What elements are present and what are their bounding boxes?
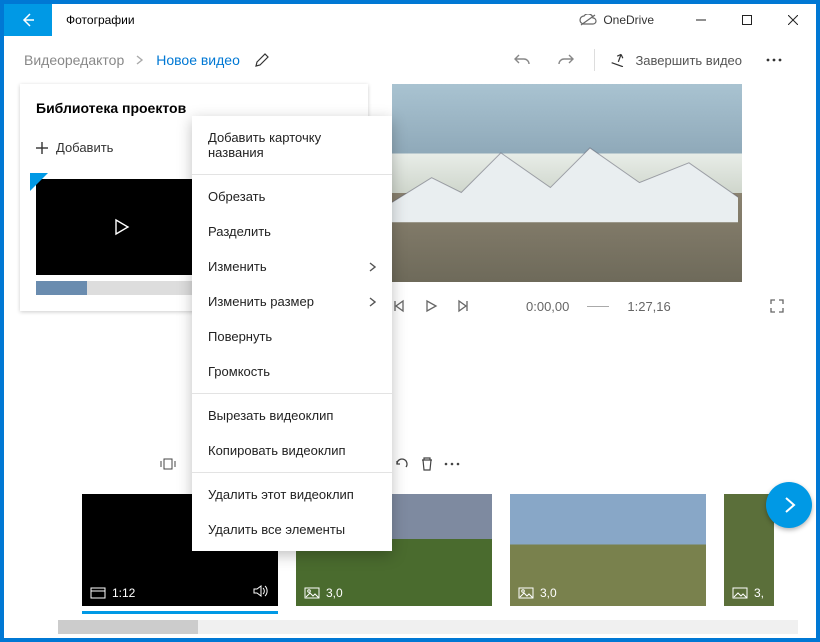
step-back-icon — [392, 299, 406, 313]
trim-tool[interactable] — [160, 457, 176, 471]
menu-cut[interactable]: Вырезать видеоклип — [192, 398, 392, 433]
maximize-button[interactable] — [724, 4, 770, 36]
more-icon — [444, 462, 460, 466]
menu-separator — [192, 472, 392, 473]
chevron-right-icon — [369, 297, 376, 307]
storyboard-toolbar: Текст Движение — [4, 440, 816, 488]
menu-trim[interactable]: Обрезать — [192, 179, 392, 214]
more-icon — [766, 58, 782, 62]
play-icon — [424, 299, 438, 313]
content-area: Библиотека проектов Добавить — [4, 84, 816, 390]
horizontal-scrollbar[interactable] — [58, 620, 798, 634]
storyboard-clip[interactable]: 3,0 — [510, 494, 706, 606]
back-button[interactable] — [4, 4, 52, 36]
image-icon — [732, 587, 748, 599]
fullscreen-icon — [770, 299, 784, 313]
close-icon — [788, 15, 798, 25]
menu-resize[interactable]: Изменить размер — [192, 284, 392, 319]
plus-icon — [36, 142, 48, 154]
selection-corner-icon — [30, 173, 48, 191]
breadcrumb-root[interactable]: Видеоредактор — [24, 52, 124, 68]
cloud-off-icon — [579, 14, 597, 26]
menu-edit[interactable]: Изменить — [192, 249, 392, 284]
finish-video-button[interactable]: Завершить видео — [601, 53, 752, 68]
step-forward-icon — [456, 299, 470, 313]
volume-icon — [252, 584, 268, 598]
delete-tool[interactable] — [420, 456, 434, 472]
menu-separator — [192, 393, 392, 394]
rotate-tool[interactable] — [394, 456, 410, 472]
menu-delete-all[interactable]: Удалить все элементы — [192, 512, 392, 547]
total-time: 1:27,16 — [627, 299, 670, 314]
separator — [594, 49, 595, 71]
toolbar: Видеоредактор Новое видео Завершить виде… — [4, 36, 816, 84]
play-icon — [112, 218, 130, 236]
prev-frame-button[interactable] — [392, 299, 406, 313]
export-icon — [611, 53, 627, 67]
chevron-right-icon — [136, 55, 144, 65]
app-title: Фотографии — [66, 13, 135, 27]
maximize-icon — [742, 15, 752, 25]
more-button[interactable] — [752, 58, 796, 62]
arrow-left-icon — [20, 12, 36, 28]
breadcrumb-current[interactable]: Новое видео — [156, 52, 240, 68]
menu-copy[interactable]: Копировать видеоклип — [192, 433, 392, 468]
pencil-icon — [254, 52, 270, 68]
library-thumbnail-small[interactable] — [36, 281, 206, 295]
video-icon — [90, 587, 106, 599]
image-icon — [518, 587, 534, 599]
playback-controls: 0:00,00 1:27,16 — [384, 282, 792, 330]
undo-icon — [513, 52, 531, 68]
menu-volume[interactable]: Громкость — [192, 354, 392, 389]
menu-add-title[interactable]: Добавить карточку названия — [192, 120, 392, 170]
chevron-right-icon — [782, 496, 796, 514]
context-menu: Добавить карточку названия Обрезать Разд… — [192, 116, 392, 551]
minimize-button[interactable] — [678, 4, 724, 36]
redo-button[interactable] — [544, 52, 588, 68]
close-button[interactable] — [770, 4, 816, 36]
trim-icon — [160, 457, 176, 471]
onedrive-status[interactable]: OneDrive — [579, 13, 654, 27]
video-thumbnail — [36, 179, 206, 275]
fullscreen-button[interactable] — [770, 299, 784, 313]
rotate-icon — [394, 456, 410, 472]
trash-icon — [420, 456, 434, 472]
storyboard: 1:12 3,0 3,0 3, — [4, 488, 816, 606]
titlebar: Фотографии OneDrive — [4, 4, 816, 36]
chevron-right-icon — [369, 262, 376, 272]
time-separator — [587, 306, 609, 307]
more-tools[interactable] — [444, 462, 460, 466]
minimize-icon — [696, 15, 706, 25]
rename-button[interactable] — [254, 52, 270, 68]
library-title: Библиотека проектов — [36, 100, 352, 116]
app-window: Фотографии OneDrive Видеоредактор Новое … — [4, 4, 816, 638]
menu-split[interactable]: Разделить — [192, 214, 392, 249]
menu-rotate[interactable]: Повернуть — [192, 319, 392, 354]
scroll-right-button[interactable] — [766, 482, 812, 528]
clip-selected-indicator — [82, 611, 278, 614]
menu-separator — [192, 174, 392, 175]
current-time: 0:00,00 — [526, 299, 569, 314]
video-preview[interactable] — [392, 84, 742, 282]
next-frame-button[interactable] — [456, 299, 470, 313]
play-button[interactable] — [424, 299, 438, 313]
menu-delete-this[interactable]: Удалить этот видеоклип — [192, 477, 392, 512]
undo-button[interactable] — [500, 52, 544, 68]
mountain-graphic — [392, 143, 738, 222]
redo-icon — [557, 52, 575, 68]
image-icon — [304, 587, 320, 599]
right-column: 0:00,00 1:27,16 — [384, 84, 816, 390]
scrollbar-thumb[interactable] — [58, 620, 198, 634]
